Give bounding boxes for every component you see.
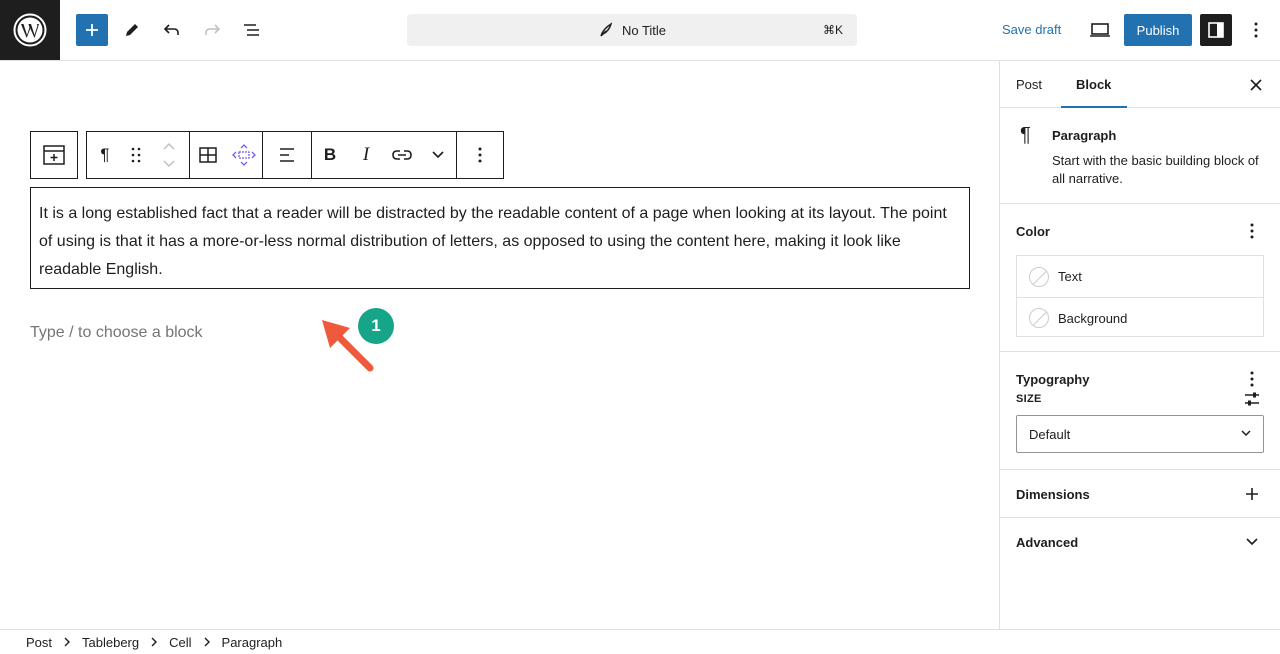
font-size-select[interactable]: Default [1016,415,1264,453]
typography-options-button[interactable] [1242,369,1262,389]
add-block-button[interactable] [76,14,108,46]
options-menu-button[interactable] [1240,14,1272,46]
color-item-background[interactable]: Background [1017,297,1263,338]
command-shortcut: ⌘K [822,23,843,37]
block-tools-group: ¶ B I [86,131,504,179]
link-button[interactable] [384,132,420,178]
chevron-up-down-icon [163,142,175,168]
align-text-button[interactable] [263,132,311,178]
block-appender-placeholder[interactable]: Type / to choose a block [30,324,203,342]
edit-tool-button[interactable] [116,14,148,46]
empty-swatch-icon [1029,266,1049,287]
paragraph-block[interactable]: It is a long established fact that a rea… [30,187,970,289]
typography-panel-title: Typography [1016,372,1090,387]
align-left-icon [280,148,294,162]
breadcrumb: Post Tableberg Cell Paragraph [0,629,1280,654]
list-view-icon [244,24,259,36]
block-card: ¶ Paragraph Start with the basic buildin… [1000,108,1280,204]
more-formatting-button[interactable] [420,132,456,178]
table-icon [199,147,217,163]
tab-post[interactable]: Post [1016,77,1042,92]
dimensions-panel[interactable]: Dimensions [1000,470,1280,518]
chevron-down-icon [1241,426,1251,443]
tab-block[interactable]: Block [1076,77,1111,92]
document-overview-button[interactable] [236,14,268,46]
block-options-button[interactable] [457,132,503,178]
plus-icon [1246,488,1258,500]
more-vertical-icon [1254,22,1258,38]
save-draft-button[interactable]: Save draft [1002,22,1061,37]
settings-sliders-icon [1245,392,1259,406]
bold-button[interactable]: B [312,132,348,178]
sidebar-tabs: Post Block [1000,61,1280,108]
block-toolbar: ¶ B I [30,131,504,179]
paragraph-block-button[interactable]: ¶ [87,132,123,178]
custom-size-button[interactable] [1242,389,1262,409]
size-label: SIZE [1016,393,1042,405]
color-item-label: Text [1058,269,1082,284]
editor-header: No Title ⌘K Save draft Publish [0,0,1280,61]
dimensions-panel-title: Dimensions [1016,487,1090,502]
color-panel: Color Text Background [1000,204,1280,352]
move-up-down-button[interactable] [149,132,189,178]
drag-icon [131,147,141,163]
breadcrumb-post[interactable]: Post [26,635,52,650]
chevron-down-icon [432,151,444,159]
select-parent-group [30,131,78,179]
add-dimension-button[interactable] [1242,484,1262,504]
feather-icon [598,22,614,38]
paragraph-icon: ¶ [1020,124,1031,146]
document-title: No Title [621,22,667,38]
advanced-panel[interactable]: Advanced [1000,518,1280,566]
chevron-right-icon [204,637,210,647]
close-sidebar-button[interactable] [1246,75,1266,95]
pencil-icon [126,24,138,36]
link-icon [392,150,412,160]
block-card-title: Paragraph [1052,128,1117,143]
preview-button[interactable] [1084,14,1116,46]
breadcrumb-paragraph: Paragraph [221,634,283,650]
wordpress-logo-icon[interactable] [0,0,60,60]
desktop-icon [1090,23,1110,37]
close-icon [1250,79,1262,91]
cell-width-button[interactable] [226,132,262,178]
redo-icon [205,24,221,35]
select-parent-button[interactable] [31,132,77,178]
editor-canvas: ¶ B I It is a long established fact that… [0,61,999,629]
settings-toggle-button[interactable] [1200,14,1232,46]
more-vertical-icon [1250,223,1254,239]
color-panel-title: Color [1016,224,1050,239]
resize-icon [232,144,256,166]
chevron-down-icon [1246,538,1258,546]
table-cell-button[interactable] [190,132,226,178]
publish-button[interactable]: Publish [1124,14,1192,46]
undo-button[interactable] [156,14,188,46]
advanced-panel-title: Advanced [1016,535,1079,550]
sidebar-icon [1208,22,1224,38]
table-add-icon [43,145,65,165]
more-vertical-icon [1250,371,1254,387]
settings-sidebar: Post Block ¶ Paragraph Start with the ba… [999,61,1280,629]
drag-handle[interactable] [123,132,149,178]
chevron-right-icon [64,637,71,647]
annotation-badge: 1 [358,308,394,344]
undo-icon [163,24,179,35]
plus-icon [86,24,98,36]
empty-swatch-icon [1029,308,1049,328]
typography-panel: Typography SIZE Default [1000,352,1280,470]
chevron-right-icon [151,637,158,647]
italic-button[interactable]: I [348,132,384,178]
color-options-button[interactable] [1242,221,1262,241]
more-vertical-icon [478,147,482,163]
font-size-value: Default [1029,426,1071,442]
document-title-bar[interactable]: No Title ⌘K [407,14,857,46]
color-item-text[interactable]: Text [1017,256,1263,297]
block-card-description: Start with the basic building block of a… [1052,153,1259,186]
expand-advanced-button[interactable] [1242,532,1262,552]
redo-button[interactable] [196,14,228,46]
color-list: Text Background [1016,255,1264,337]
breadcrumb-tableberg[interactable]: Tableberg [82,635,139,650]
breadcrumb-cell[interactable]: Cell [169,635,191,650]
color-item-label: Background [1058,310,1128,326]
